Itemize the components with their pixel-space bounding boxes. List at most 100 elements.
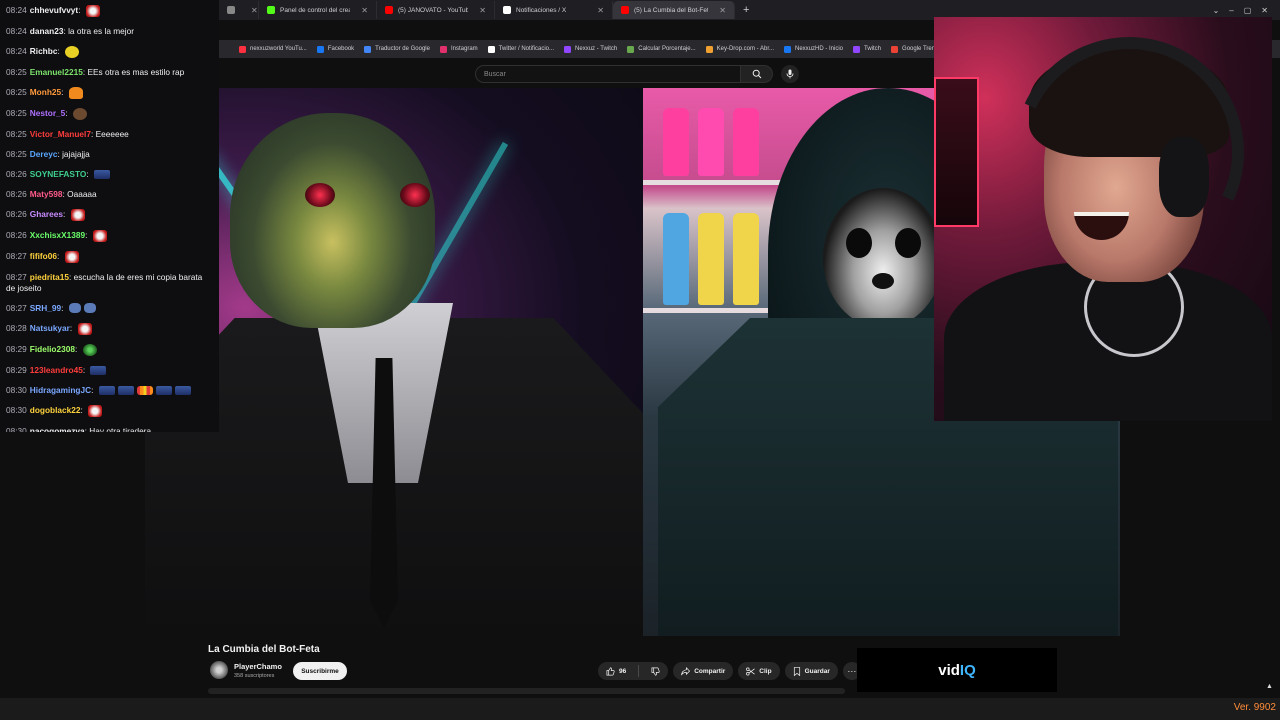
bookmark-item[interactable]: Key-Drop.com - Abr... [701, 45, 779, 53]
chat-username[interactable]: Natsukyar [30, 323, 70, 333]
clip-button[interactable]: Clip [738, 662, 780, 680]
chat-username[interactable]: 123leandro45 [30, 365, 83, 375]
chat-username[interactable]: dogoblack22 [30, 405, 81, 415]
chat-username[interactable]: XxchisxX1389 [30, 230, 85, 240]
skull-emote-icon [64, 250, 79, 263]
taskbar [0, 698, 1280, 720]
tab-close-icon[interactable]: ✕ [713, 6, 726, 15]
window-control-button[interactable]: ✕ [1261, 6, 1268, 15]
bookmark-item[interactable]: Traductor de Google [359, 45, 435, 53]
bird-emote-icon [68, 303, 81, 314]
tab-close-icon[interactable]: ✕ [245, 6, 258, 15]
search-input[interactable] [475, 65, 741, 83]
window-control-button[interactable]: ⌄ [1213, 6, 1220, 15]
chat-text: la otra es la mejor [68, 25, 135, 36]
bookmark-favicon-icon [364, 45, 372, 53]
channel-avatar[interactable] [210, 661, 228, 679]
chat-username[interactable]: Richbc [30, 46, 58, 56]
chat-timestamp: 08:26 [6, 208, 27, 219]
bookmark-label: Nexxuz - Twitch [575, 46, 618, 52]
chat-message: 08:24 danan23: la otra es la mejor [6, 21, 213, 41]
chat-message: 08:30 HidragamingJC: [6, 380, 213, 400]
bookmark-item[interactable]: Calcular Porcentaje... [622, 45, 700, 53]
browser-tab[interactable]: (5) JANOVATO - YouTube ✕ [377, 1, 495, 19]
chat-timestamp: 08:30 [6, 425, 27, 433]
chat-colon: : [80, 404, 86, 415]
search-button[interactable] [741, 65, 773, 83]
chat-username[interactable]: pacogomezva [30, 426, 85, 433]
bookmark-item[interactable]: Twitch [848, 45, 886, 53]
raccoon-nose [872, 273, 894, 289]
bookmark-item[interactable]: NexxuzHD - Inicio [779, 45, 848, 53]
chat-message: 08:25 Dereyc: jajajajja [6, 144, 213, 164]
voice-search-button[interactable] [781, 65, 799, 83]
save-button[interactable]: Guardar [784, 662, 838, 680]
browser-tab[interactable]: Panel de control del creador | T ✕ [259, 1, 377, 19]
bottle [698, 108, 724, 176]
dislike-button[interactable] [643, 662, 668, 680]
browser-tab[interactable]: ive o✕ [219, 1, 259, 19]
bookmark-item[interactable]: Twitter / Notificacio... [483, 45, 559, 53]
chat-timestamp: 08:30 [6, 384, 27, 395]
tab-close-icon[interactable]: ✕ [473, 6, 486, 15]
skull-emote-icon [88, 404, 103, 417]
chat-username[interactable]: chhevufvvyt [30, 5, 78, 15]
channel-name[interactable]: PlayerChamo [234, 662, 282, 671]
chat-username[interactable]: danan23 [30, 26, 64, 36]
bookmark-item[interactable]: Facebook [312, 45, 359, 53]
headset-band [981, 17, 1272, 300]
chat-message: 08:27 piedrita15: escucha la de eres mi c… [6, 267, 213, 298]
window-controls: ⌄ – ▢ ✕ [1213, 6, 1280, 15]
subscribe-button[interactable]: Suscribirme [293, 662, 347, 680]
browser-tab[interactable]: Notificaciones / X ✕ [495, 1, 613, 19]
chat-username[interactable]: piedrita15 [30, 272, 69, 282]
raccoon-eye [846, 228, 872, 258]
live-chat-overlay: 08:24 chhevufvvyt: 08:24 danan23: la otra … [0, 0, 219, 432]
chat-text: Eeeeeee [95, 128, 129, 139]
window-control-button[interactable]: – [1229, 6, 1233, 15]
bars-emote-icon [136, 385, 153, 395]
chat-username[interactable]: HidragamingJC [30, 385, 91, 395]
chat-username[interactable]: Victor_Manuel7 [30, 129, 91, 139]
chat-username[interactable]: Fidelio2308 [30, 344, 75, 354]
chat-username[interactable]: fififo06 [30, 251, 57, 261]
bookmark-item[interactable]: Nexxuz - Twitch [559, 45, 622, 53]
chat-username[interactable]: Emanuel2215 [30, 67, 83, 77]
bottle [733, 108, 759, 176]
chat-username[interactable]: Gharees [30, 209, 63, 219]
chat-username[interactable]: Dereyc [30, 149, 58, 159]
tab-label: (5) La Cumbia del Bot-Feta [634, 6, 709, 14]
description-box[interactable] [208, 688, 845, 694]
hand-emote-icon [68, 86, 83, 99]
share-label: Compartir [694, 667, 726, 675]
tab-close-icon[interactable]: ✕ [591, 6, 604, 15]
vidiq-suffix: IQ [959, 661, 976, 679]
chat-colon: : [85, 229, 90, 240]
chat-username[interactable]: Maty598 [30, 189, 63, 199]
face-emote-icon [72, 107, 87, 120]
bookmark-favicon-icon [487, 45, 495, 53]
bookmark-item[interactable]: nexxuzworld YouTu... [234, 45, 312, 53]
chat-timestamp: 08:26 [6, 229, 27, 240]
browser-tab[interactable]: (5) La Cumbia del Bot-Feta ✕ [613, 1, 735, 19]
divider [638, 665, 640, 677]
chat-username[interactable]: Monh25 [30, 87, 61, 97]
tab-close-icon[interactable]: ✕ [355, 6, 368, 15]
chat-message: 08:27 SRH_99: [6, 298, 213, 318]
chat-username[interactable]: SOYNEFASTO [30, 169, 87, 179]
chat-text: jajajajja [62, 148, 90, 159]
bookmark-item[interactable]: Instagram [435, 45, 483, 53]
chat-username[interactable]: Nestor_5 [30, 108, 66, 118]
share-button[interactable]: Compartir [673, 662, 734, 680]
chat-message: 08:26 SOYNEFASTO: [6, 164, 213, 184]
new-tab-button[interactable]: + [735, 4, 757, 16]
scroll-up-icon[interactable]: ▲ [1266, 683, 1273, 690]
tab-label: Notificaciones / X [516, 6, 567, 14]
search-icon [752, 69, 761, 79]
bookmark-label: Facebook [327, 46, 355, 52]
chat-username[interactable]: SRH_99 [30, 303, 61, 313]
window-control-button[interactable]: ▢ [1244, 6, 1252, 15]
bookmark-favicon-icon [316, 45, 324, 53]
bookmark-label: NexxuzHD - Inicio [795, 46, 844, 52]
like-button[interactable]: 96 [598, 662, 634, 680]
